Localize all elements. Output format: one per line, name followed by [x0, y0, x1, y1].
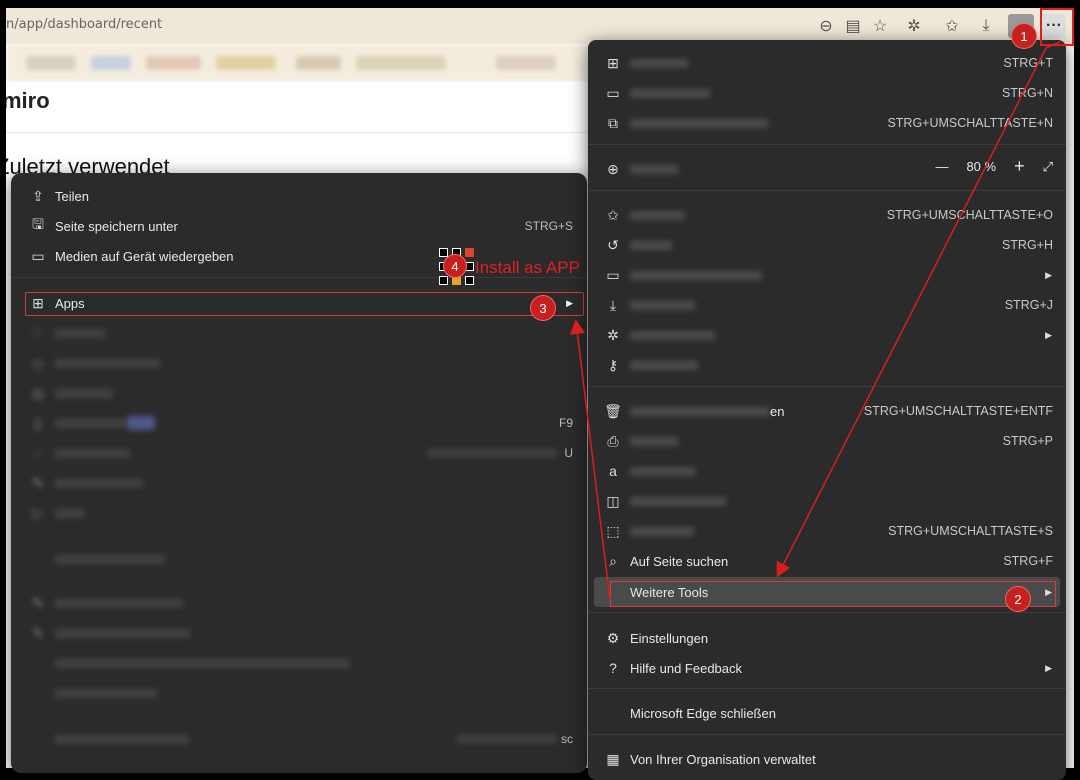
annotation-box-apps: [25, 292, 584, 316]
menu-item-favorites[interactable]: ✩ STRG+UMSCHALTTASTE+O: [588, 200, 1066, 230]
zoom-controls: — 80 % + ⤢: [935, 156, 1053, 177]
menu-item-help[interactable]: ? Hilfe und Feedback ▶: [588, 653, 1066, 683]
menu-item-find-on-page[interactable]: ⌕ Auf Seite suchen STRG+F: [588, 546, 1066, 576]
extensions-icon: ✲: [607, 326, 619, 343]
menu-item-split-screen[interactable]: ◫: [588, 486, 1066, 516]
split-screen-icon: ◫: [606, 492, 620, 509]
zoom-out-icon[interactable]: ⊖: [814, 14, 838, 38]
favorites-icon[interactable]: ✩: [940, 14, 964, 38]
menu-item-new-tab[interactable]: ⊞ STRG+T: [588, 48, 1066, 78]
menu-item-more-tools[interactable]: Weitere Tools ▶: [588, 577, 1066, 607]
favorite-star-icon[interactable]: ☆: [868, 14, 892, 38]
menu-item-print[interactable]: ⎙ STRG+P: [588, 426, 1066, 456]
zoom-in-button[interactable]: +: [1014, 156, 1025, 177]
menu-item-clear-data[interactable]: 🗑 en STRG+UMSCHALTTASTE+ENTF: [588, 396, 1066, 426]
tab-groups-icon: ▭: [606, 266, 620, 283]
menu-item-screenshot[interactable]: ⬚ STRG+UMSCHALTTASTE+S: [588, 516, 1066, 546]
menu-item-share[interactable]: ⇪ Teilen: [11, 182, 587, 210]
zoom-out-button[interactable]: —: [935, 159, 948, 174]
divider: [6, 132, 596, 133]
menu-item-settings[interactable]: ⚙ Einstellungen: [588, 623, 1066, 653]
install-as-app-label: Install as APP: [475, 258, 580, 277]
submenu-arrow-icon: ▶: [1045, 329, 1052, 340]
menu-item-save-page[interactable]: 🖫 Seite speichern unter STRG+S: [11, 212, 587, 240]
downloads-icon: ⤓: [609, 296, 617, 313]
print-icon: ⎙: [607, 432, 619, 449]
menu-item-close-edge[interactable]: Microsoft Edge schließen: [588, 698, 1066, 728]
annotation-box-more-button: [1040, 8, 1074, 46]
blurred-shortcut: sc: [561, 732, 573, 746]
gear-icon: ⚙: [606, 629, 620, 646]
blurred-shortcut: F9: [558, 416, 573, 430]
submenu-arrow-icon: ▶: [1045, 662, 1052, 673]
cast-icon: ▭: [31, 247, 45, 264]
trash-icon: 🗑: [604, 402, 622, 419]
menu-item-history[interactable]: ↺ STRG+H: [588, 230, 1066, 260]
menu-item-passwords[interactable]: ⚷: [588, 350, 1066, 380]
divider: [588, 144, 1066, 145]
brand-logo: miro: [6, 88, 50, 113]
share-icon: ⇪: [32, 187, 44, 204]
new-tab-icon: ⊞: [607, 54, 619, 71]
address-bar[interactable]: n/app/dashboard/recent ⊖ ▤ ☆ ✲ ✩ ⤓ ···: [6, 8, 1074, 44]
blurred-shortcut: U: [564, 446, 573, 460]
divider: [588, 386, 1066, 387]
settings-menu: ⊞ STRG+T ▭ STRG+N ⧉ STRG+UMSCHALTTASTE+N ⊕ …: [588, 40, 1066, 780]
organization-icon: ▦: [606, 750, 620, 767]
help-icon: ?: [609, 660, 617, 676]
save-page-icon: 🖫: [32, 216, 44, 232]
fullscreen-icon[interactable]: ⤢: [1043, 159, 1053, 175]
downloads-icon[interactable]: ⤓: [974, 14, 998, 38]
menu-item-downloads[interactable]: ⤓ STRG+J: [588, 290, 1066, 320]
favorites-icon: ✩: [607, 206, 619, 223]
window-icon: ▭: [606, 84, 620, 101]
url-text[interactable]: n/app/dashboard/recent: [6, 17, 162, 32]
annotation-badge-3: 3: [531, 296, 555, 320]
menu-item-new-inprivate[interactable]: ⧉ STRG+UMSCHALTTASTE+N: [588, 108, 1066, 138]
divider: [588, 190, 1066, 191]
screenshot-icon: ⬚: [606, 522, 620, 539]
key-icon: ⚷: [607, 356, 619, 373]
divider: [588, 734, 1066, 735]
favorites-bar: [6, 44, 596, 82]
menu-item-tab-groups[interactable]: ▭ ▶: [588, 260, 1066, 290]
find-icon: ⌕: [609, 552, 617, 569]
extensions-icon[interactable]: ✲: [902, 14, 926, 38]
annotation-badge-4: 4: [444, 255, 466, 277]
menu-item-new-window[interactable]: ▭ STRG+N: [588, 78, 1066, 108]
inprivate-icon: ⧉: [608, 114, 618, 131]
annotation-badge-2: 2: [1006, 587, 1030, 611]
history-icon: ↺: [607, 236, 619, 253]
divider: [588, 688, 1066, 689]
menu-item-extensions[interactable]: ✲ ▶: [588, 320, 1066, 350]
annotation-badge-1: 1: [1012, 24, 1036, 48]
translate-icon: a: [609, 463, 617, 479]
divider: [588, 612, 1066, 613]
menu-item-managed[interactable]: ▦ Von Ihrer Organisation verwaltet: [588, 744, 1066, 774]
zoom-level: 80 %: [966, 159, 997, 174]
submenu-arrow-icon: ▶: [1045, 269, 1052, 280]
zoom-icon: ⊕: [607, 160, 619, 177]
reader-view-icon[interactable]: ▤: [841, 14, 865, 38]
submenu-arrow-icon: ▶: [1045, 586, 1052, 597]
menu-item-translate[interactable]: a: [588, 456, 1066, 486]
